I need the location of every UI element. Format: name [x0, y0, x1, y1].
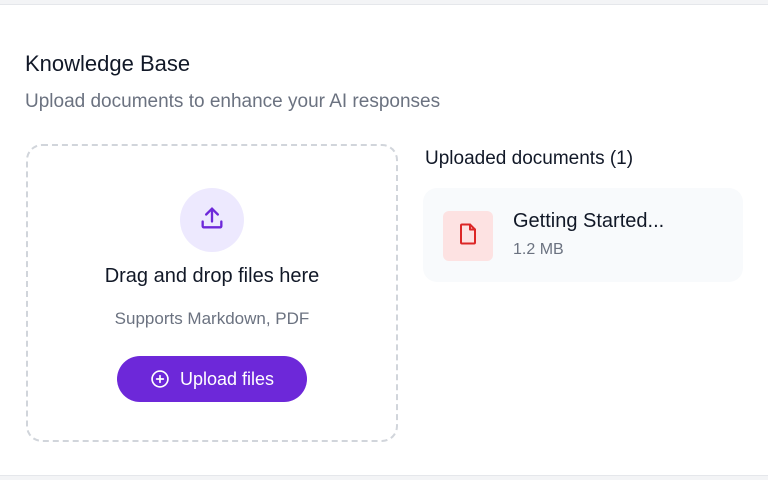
upload-files-button[interactable]: Upload files [117, 356, 307, 402]
plus-circle-icon [150, 369, 170, 389]
document-size: 1.2 MB [513, 241, 564, 258]
dropzone-hint: Supports Markdown, PDF [114, 309, 310, 328]
dropzone-title: Drag and drop files here [104, 265, 320, 287]
knowledge-base-card: Knowledge Base Upload documents to enhan… [0, 4, 768, 476]
upload-icon [198, 204, 226, 237]
page-subtitle: Upload documents to enhance your AI resp… [25, 91, 441, 112]
page-title: Knowledge Base [25, 51, 191, 76]
document-icon-badge [443, 211, 493, 261]
file-dropzone[interactable]: Drag and drop files here Supports Markdo… [26, 144, 398, 442]
uploaded-documents-heading: Uploaded documents (1) [425, 148, 634, 169]
upload-icon-badge [180, 188, 244, 252]
document-item[interactable]: Getting Started... 1.2 MB [423, 188, 743, 282]
document-name: Getting Started... [513, 210, 665, 232]
upload-files-label: Upload files [179, 368, 275, 389]
file-icon [456, 222, 480, 251]
